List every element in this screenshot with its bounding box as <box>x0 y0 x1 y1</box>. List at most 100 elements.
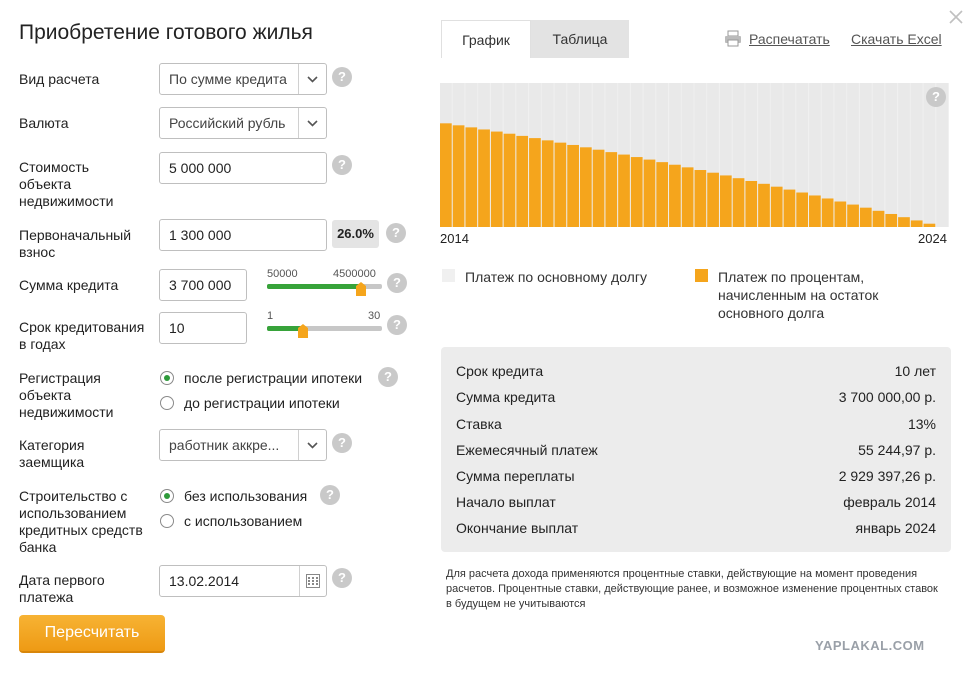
chart-bar-interest <box>669 164 681 227</box>
chart-bar-interest <box>529 138 541 227</box>
registration-option-before[interactable]: до регистрации ипотеки <box>184 395 340 411</box>
loan-slider-fill <box>267 284 362 289</box>
chart-bar-interest <box>656 162 669 227</box>
help-icon[interactable]: ? <box>386 223 406 243</box>
chart-start-year: 2014 <box>440 231 469 246</box>
tab-table[interactable]: Таблица <box>531 20 629 58</box>
printer-icon[interactable] <box>724 30 742 47</box>
chart-bar-interest <box>490 131 503 227</box>
chart-bar-interest <box>440 123 452 227</box>
summary-row: Сумма переплаты 2 929 397,26 р. <box>456 468 936 484</box>
construction-option-with[interactable]: с использованием <box>184 513 302 529</box>
chart-bar-interest <box>592 149 605 227</box>
cost-input[interactable]: 5 000 000 <box>159 152 327 184</box>
loan-amount-slider[interactable] <box>267 282 382 298</box>
chart-bar-interest <box>618 154 630 227</box>
summary-row: Начало выплат февраль 2014 <box>456 494 936 510</box>
chart-bar-interest <box>745 180 758 227</box>
chart-bar-principal <box>885 83 898 227</box>
category-select[interactable]: работник аккре... <box>159 429 327 461</box>
chart-bar-interest <box>643 159 656 227</box>
payment-chart-svg <box>440 83 948 227</box>
tab-graph[interactable]: График <box>441 20 531 58</box>
currency-select[interactable]: Российский рубль <box>159 107 327 139</box>
recalculate-button[interactable]: Пересчитать <box>19 615 165 653</box>
chart-bar-interest <box>783 189 796 227</box>
chart-bar-interest <box>567 144 579 227</box>
chart-bar-interest <box>681 167 694 227</box>
slider-handle-icon[interactable] <box>356 282 367 296</box>
currency-value: Российский рубль <box>169 115 286 131</box>
chart-bar-interest <box>707 172 719 227</box>
down-payment-label: Первоначальный взнос <box>19 227 132 260</box>
chart-bar-interest <box>859 207 872 227</box>
registration-radio-after[interactable] <box>160 371 174 385</box>
term-input[interactable]: 10 <box>159 312 247 344</box>
legend-swatch-principal <box>442 269 455 282</box>
chart-bar-principal <box>859 83 872 227</box>
chart-bar-interest <box>758 183 770 227</box>
loan-summary: Срок кредита 10 лет Сумма кредита 3 700 00… <box>441 347 951 552</box>
chart-bar-interest <box>605 152 618 227</box>
chart-bar-interest <box>630 157 643 227</box>
construction-radio-with[interactable] <box>160 514 174 528</box>
summary-row: Срок кредита 10 лет <box>456 363 936 379</box>
registration-radio-before[interactable] <box>160 396 174 410</box>
chart-bar-interest <box>821 198 834 227</box>
first-payment-date-input[interactable]: 13.02.2014 <box>159 565 327 597</box>
help-icon[interactable]: ? <box>378 367 398 387</box>
loan-amount-input[interactable]: 3 700 000 <box>159 269 247 301</box>
chart-bar-principal <box>910 83 923 227</box>
chart-end-year: 2024 <box>918 231 947 246</box>
help-icon[interactable]: ? <box>926 87 946 107</box>
close-icon[interactable] <box>945 6 967 28</box>
summary-row: Ежемесячный платеж 55 244,97 р. <box>456 442 936 458</box>
legend-principal: Платеж по основному долгу <box>465 269 647 285</box>
chart-bar-interest <box>719 175 732 227</box>
help-icon[interactable]: ? <box>387 273 407 293</box>
chart-bar-interest <box>872 210 885 227</box>
help-icon[interactable]: ? <box>332 155 352 175</box>
down-payment-input[interactable]: 1 300 000 <box>159 219 327 251</box>
chart-bar-principal <box>898 83 910 227</box>
chart-bar-interest <box>923 223 936 227</box>
calendar-icon[interactable] <box>299 566 326 596</box>
registration-option-after[interactable]: после регистрации ипотеки <box>184 370 362 386</box>
summary-row: Окончание выплат январь 2024 <box>456 520 936 536</box>
chevron-down-icon <box>298 64 326 94</box>
chart-bar-interest <box>503 133 516 227</box>
construction-radio-without[interactable] <box>160 489 174 503</box>
watermark: YAPLAKAL.COM <box>815 638 925 653</box>
chart-bar-interest <box>898 217 910 227</box>
help-icon[interactable]: ? <box>332 568 352 588</box>
chevron-down-icon <box>298 108 326 138</box>
term-slider-min: 1 <box>267 310 274 322</box>
chart-bar-interest <box>694 170 707 227</box>
help-icon[interactable]: ? <box>332 433 352 453</box>
help-icon[interactable]: ? <box>320 485 340 505</box>
print-link[interactable]: Распечатать <box>749 31 830 47</box>
chart-bar-interest <box>770 186 783 227</box>
disclaimer-note: Для расчета дохода применяются процентны… <box>446 568 938 610</box>
cost-label: Стоимость объекта недвижимости <box>19 159 114 209</box>
term-label: Срок кредитования в годах <box>19 319 145 352</box>
slider-handle-icon[interactable] <box>297 324 308 338</box>
legend-swatch-interest <box>695 269 708 282</box>
loan-slider-max: 4500000 <box>333 268 376 280</box>
loan-slider-min: 50000 <box>267 268 298 280</box>
construction-label: Строительство с использованием кредитных с… <box>19 488 143 555</box>
chart-bar-principal <box>872 83 885 227</box>
registration-label: Регистрация объекта недвижимости <box>19 370 114 420</box>
down-payment-percent: 26.0% <box>332 220 379 248</box>
construction-option-without[interactable]: без использования <box>184 488 307 504</box>
summary-row: Ставка 13% <box>456 416 936 432</box>
calc-type-select[interactable]: По сумме кредита <box>159 63 327 95</box>
currency-label: Валюта <box>19 115 69 131</box>
chart-bar-interest <box>541 140 554 227</box>
term-slider[interactable] <box>267 324 382 340</box>
chart-bar-interest <box>847 204 859 227</box>
excel-link[interactable]: Скачать Excel <box>851 31 942 47</box>
help-icon[interactable]: ? <box>387 315 407 335</box>
help-icon[interactable]: ? <box>332 67 352 87</box>
term-slider-max: 30 <box>368 310 381 322</box>
